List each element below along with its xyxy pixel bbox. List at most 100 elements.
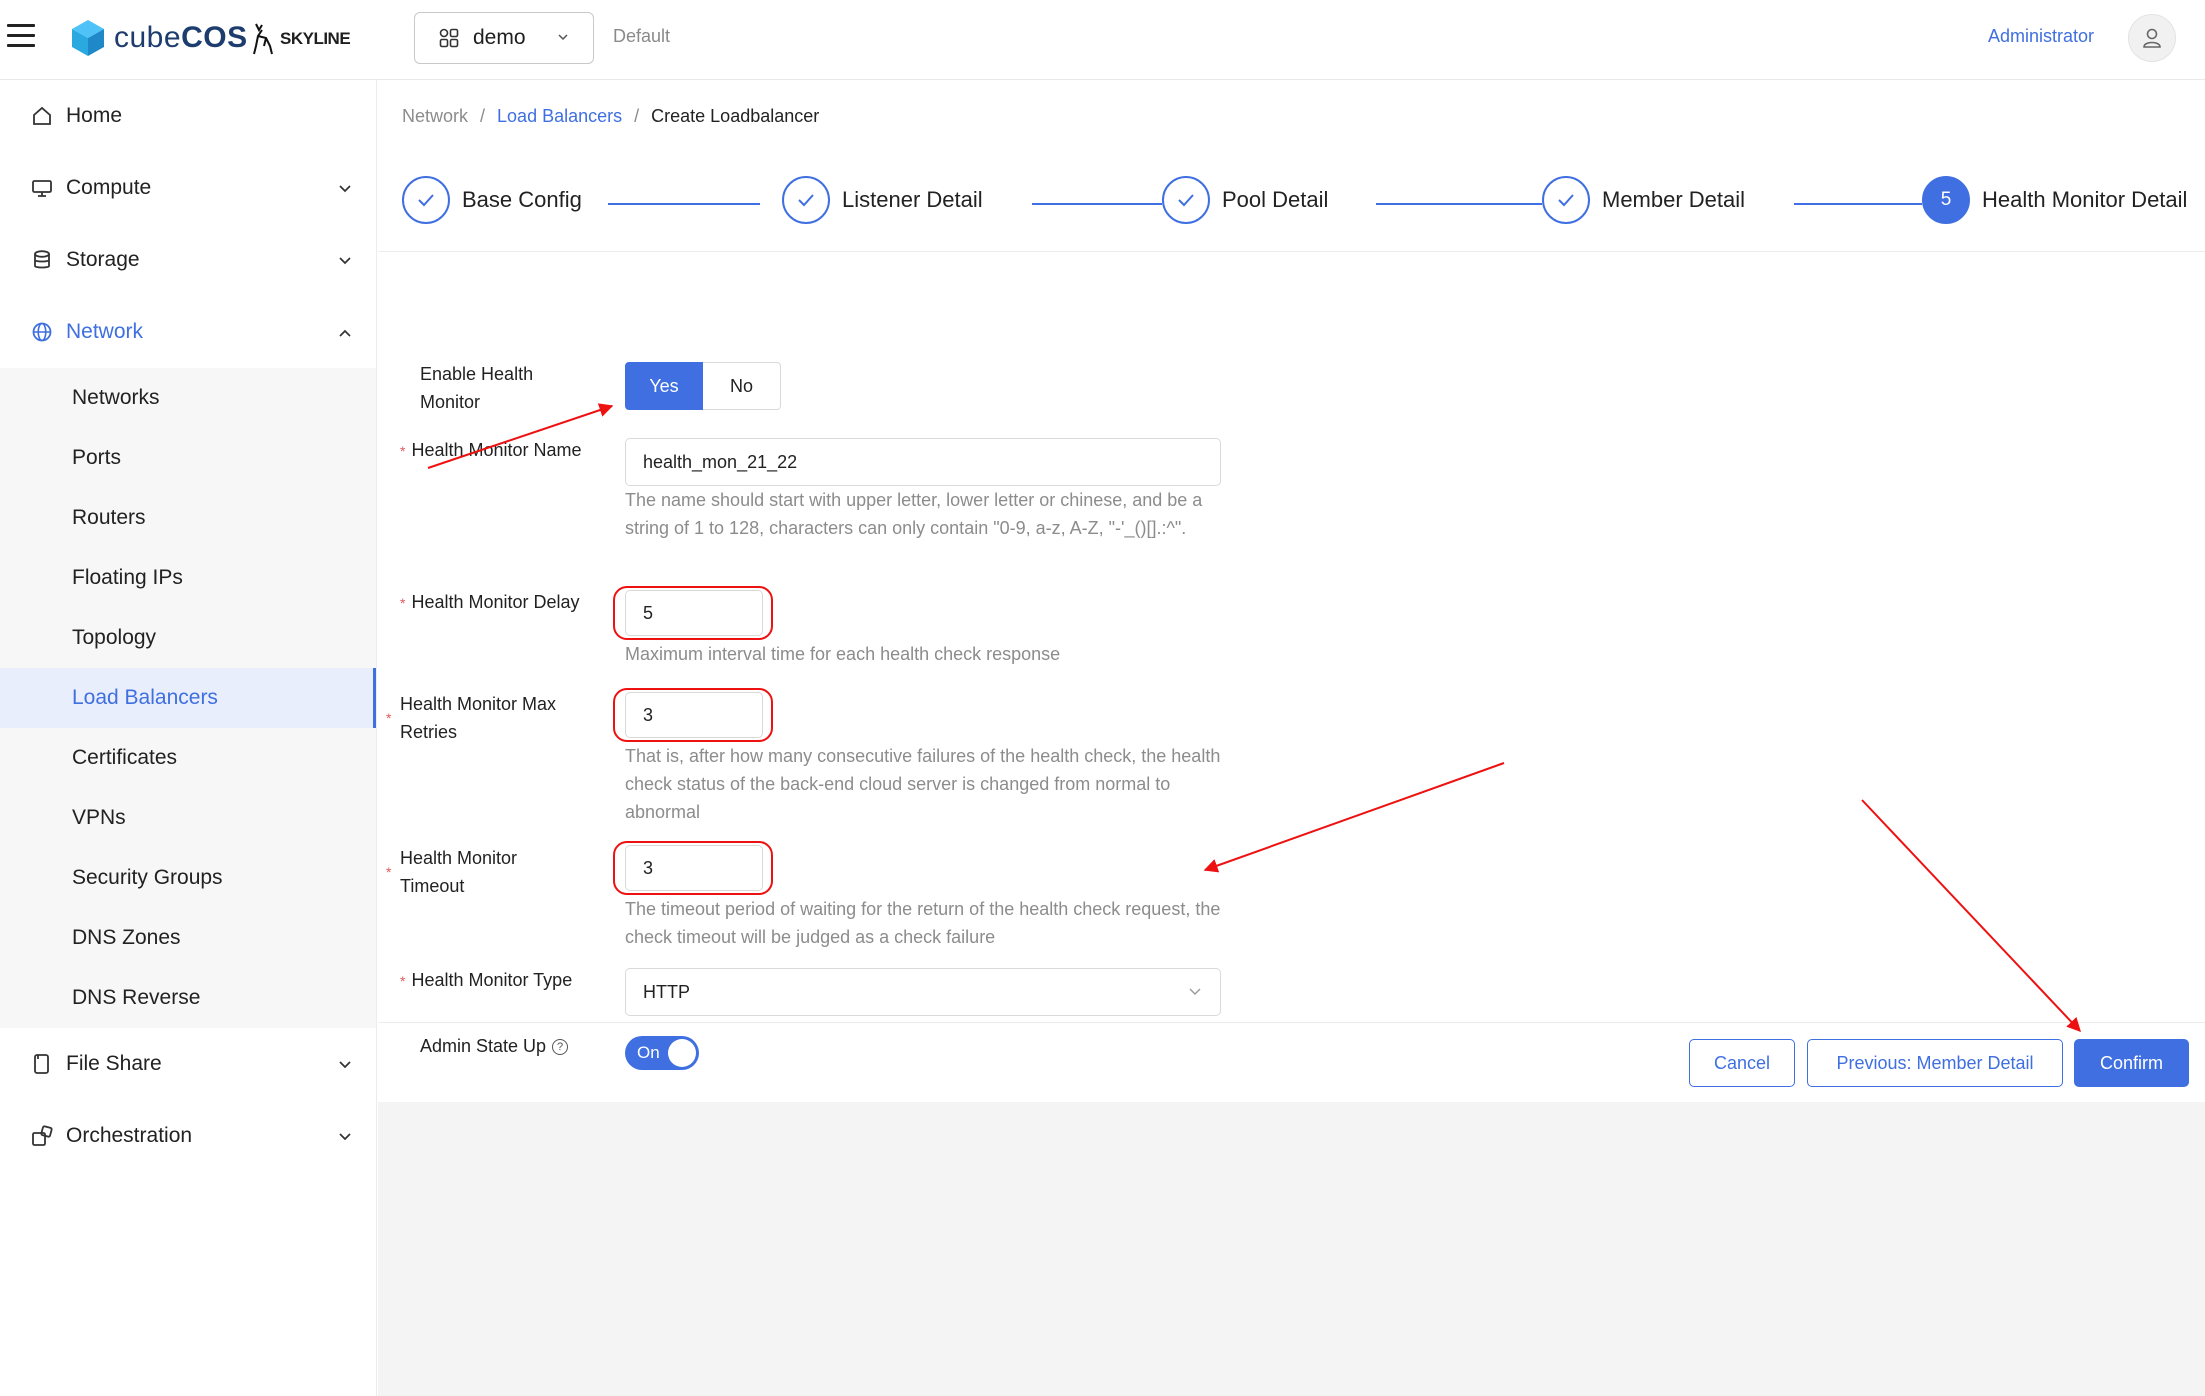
menu-icon[interactable] bbox=[7, 24, 35, 48]
sidebar-item-ports[interactable]: Ports bbox=[0, 428, 376, 488]
health-monitor-delay-input[interactable]: 5 bbox=[625, 590, 763, 636]
chevron-up-icon bbox=[339, 329, 351, 337]
breadcrumb-load-balancers[interactable]: Load Balancers bbox=[497, 106, 622, 127]
wizard-steps: Base Config Listener Detail Pool Detail … bbox=[402, 176, 2192, 232]
grid-icon bbox=[439, 28, 459, 48]
sidebar-item-floating-ips[interactable]: Floating IPs bbox=[0, 548, 376, 608]
sidebar-item-vpns[interactable]: VPNs bbox=[0, 788, 376, 848]
enable-health-monitor-label: Enable Health Monitor bbox=[420, 364, 534, 412]
home-icon bbox=[33, 106, 51, 125]
user-name[interactable]: Administrator bbox=[1988, 26, 2094, 47]
breadcrumb: Network / Load Balancers / Create Loadba… bbox=[402, 106, 819, 127]
top-bar: cubeCOS SKYLINE demo Default Administrat… bbox=[0, 0, 2205, 80]
project-selector[interactable]: demo bbox=[414, 12, 594, 64]
health-monitor-timeout-label: * Health Monitor Timeout bbox=[386, 848, 518, 896]
sidebar-item-home[interactable]: Home bbox=[0, 80, 376, 152]
divider bbox=[378, 251, 2205, 252]
sidebar-label-orchestration: Orchestration bbox=[66, 1124, 193, 1147]
check-icon bbox=[402, 176, 450, 224]
user-avatar[interactable] bbox=[2128, 14, 2176, 62]
sidebar-item-storage[interactable]: Storage bbox=[0, 224, 376, 296]
deer-icon bbox=[253, 23, 273, 55]
health-monitor-timeout-help: The timeout period of waiting for the re… bbox=[625, 899, 1221, 947]
check-icon bbox=[1542, 176, 1590, 224]
sidebar-item-dns-zones[interactable]: DNS Zones bbox=[0, 908, 376, 968]
sidebar-label-home: Home bbox=[66, 104, 123, 127]
sidebar-item-load-balancers[interactable]: Load Balancers bbox=[0, 668, 376, 728]
no-button[interactable]: No bbox=[703, 362, 781, 410]
user-icon bbox=[2143, 28, 2161, 48]
previous-member-detail-button[interactable]: Previous: Member Detail bbox=[1807, 1039, 2063, 1087]
step-base-config[interactable]: Base Config bbox=[402, 176, 582, 224]
health-monitor-max-retries-help: That is, after how many consecutive fail… bbox=[625, 746, 1221, 822]
sidebar-item-certificates[interactable]: Certificates bbox=[0, 728, 376, 788]
yes-button[interactable]: Yes bbox=[625, 362, 703, 410]
sidebar-label-compute: Compute bbox=[66, 176, 152, 199]
sidebar-item-topology[interactable]: Topology bbox=[0, 608, 376, 668]
health-monitor-delay-label: * Health Monitor Delay bbox=[400, 592, 580, 612]
cancel-button[interactable]: Cancel bbox=[1689, 1039, 1795, 1087]
sidebar: Home Compute Storage Network Networks Po… bbox=[0, 80, 377, 1396]
step-label: Member Detail bbox=[1602, 187, 1746, 212]
breadcrumb-network: Network bbox=[402, 106, 469, 126]
sidebar-label-storage: Storage bbox=[66, 248, 140, 271]
health-monitor-name-help: The name should start with upper letter,… bbox=[625, 490, 1203, 538]
health-monitor-type-label: * Health Monitor Type bbox=[400, 970, 573, 990]
check-icon bbox=[1162, 176, 1210, 224]
health-monitor-timeout-input[interactable]: 3 bbox=[625, 845, 763, 891]
sidebar-item-orchestration[interactable]: Orchestration bbox=[0, 1100, 376, 1172]
step-label: Health Monitor Detail bbox=[1982, 187, 2188, 212]
step-label: Pool Detail bbox=[1222, 187, 1329, 212]
step-number: 5 bbox=[1922, 176, 1970, 224]
switch-knob bbox=[668, 1039, 696, 1067]
check-icon bbox=[782, 176, 830, 224]
skyline-logo: SKYLINE bbox=[250, 22, 351, 56]
chevron-down-icon bbox=[339, 257, 351, 265]
help-icon[interactable]: ? bbox=[552, 1039, 569, 1056]
sidebar-item-file-share[interactable]: File Share bbox=[0, 1028, 376, 1100]
sidebar-item-dns-reverse[interactable]: DNS Reverse bbox=[0, 968, 376, 1028]
chevron-down-icon bbox=[339, 1133, 351, 1141]
monitor-icon bbox=[32, 180, 52, 197]
step-label: Base Config bbox=[462, 187, 582, 212]
confirm-button[interactable]: Confirm bbox=[2074, 1039, 2189, 1087]
file-icon bbox=[34, 1054, 49, 1074]
sidebar-item-routers[interactable]: Routers bbox=[0, 488, 376, 548]
health-monitor-type-select[interactable]: HTTP bbox=[625, 968, 1221, 1016]
logo-text-light: cube bbox=[114, 21, 182, 54]
orchestration-icon bbox=[32, 1125, 53, 1146]
required-mark: * bbox=[400, 443, 406, 459]
required-mark: * bbox=[386, 710, 392, 726]
domain-name: Default bbox=[613, 26, 671, 46]
skyline-text: SKYLINE bbox=[280, 29, 351, 48]
sidebar-item-networks[interactable]: Networks bbox=[0, 368, 376, 428]
step-pool-detail[interactable]: Pool Detail bbox=[1162, 176, 1328, 224]
database-icon bbox=[34, 250, 50, 269]
required-mark: * bbox=[386, 864, 392, 880]
step-health-monitor-detail[interactable]: 5 Health Monitor Detail bbox=[1922, 176, 2187, 224]
sidebar-item-network[interactable]: Network bbox=[0, 296, 376, 368]
admin-state-up-switch[interactable]: On bbox=[625, 1036, 699, 1070]
cubecos-logo[interactable]: cubeCOS bbox=[70, 18, 248, 58]
step-listener-detail[interactable]: Listener Detail bbox=[782, 176, 983, 224]
step-connector bbox=[1794, 203, 1922, 205]
health-monitor-max-retries-input[interactable]: 3 bbox=[625, 692, 763, 738]
required-mark: * bbox=[400, 595, 406, 611]
network-submenu: Networks Ports Routers Floating IPs Topo… bbox=[0, 368, 376, 1028]
chevron-down-icon bbox=[1189, 988, 1201, 995]
logo-text-bold: COS bbox=[181, 21, 248, 54]
footer-divider bbox=[378, 1022, 2205, 1023]
sidebar-item-compute[interactable]: Compute bbox=[0, 152, 376, 224]
breadcrumb-separator: / bbox=[634, 106, 640, 126]
step-connector bbox=[608, 203, 760, 205]
step-member-detail[interactable]: Member Detail bbox=[1542, 176, 1745, 224]
health-monitor-name-input[interactable]: health_mon_21_22 bbox=[625, 438, 1221, 486]
enable-health-monitor-toggle: Yes No bbox=[625, 362, 781, 410]
admin-state-up-label: Admin State Up? bbox=[420, 1032, 569, 1060]
cube-logo-icon bbox=[72, 20, 104, 56]
health-monitor-max-retries-label: * Health Monitor Max Retries bbox=[386, 694, 557, 742]
health-monitor-type-value: HTTP bbox=[643, 981, 690, 1002]
sidebar-item-security-groups[interactable]: Security Groups bbox=[0, 848, 376, 908]
chevron-down-icon bbox=[339, 185, 351, 193]
project-name: demo bbox=[473, 26, 526, 49]
